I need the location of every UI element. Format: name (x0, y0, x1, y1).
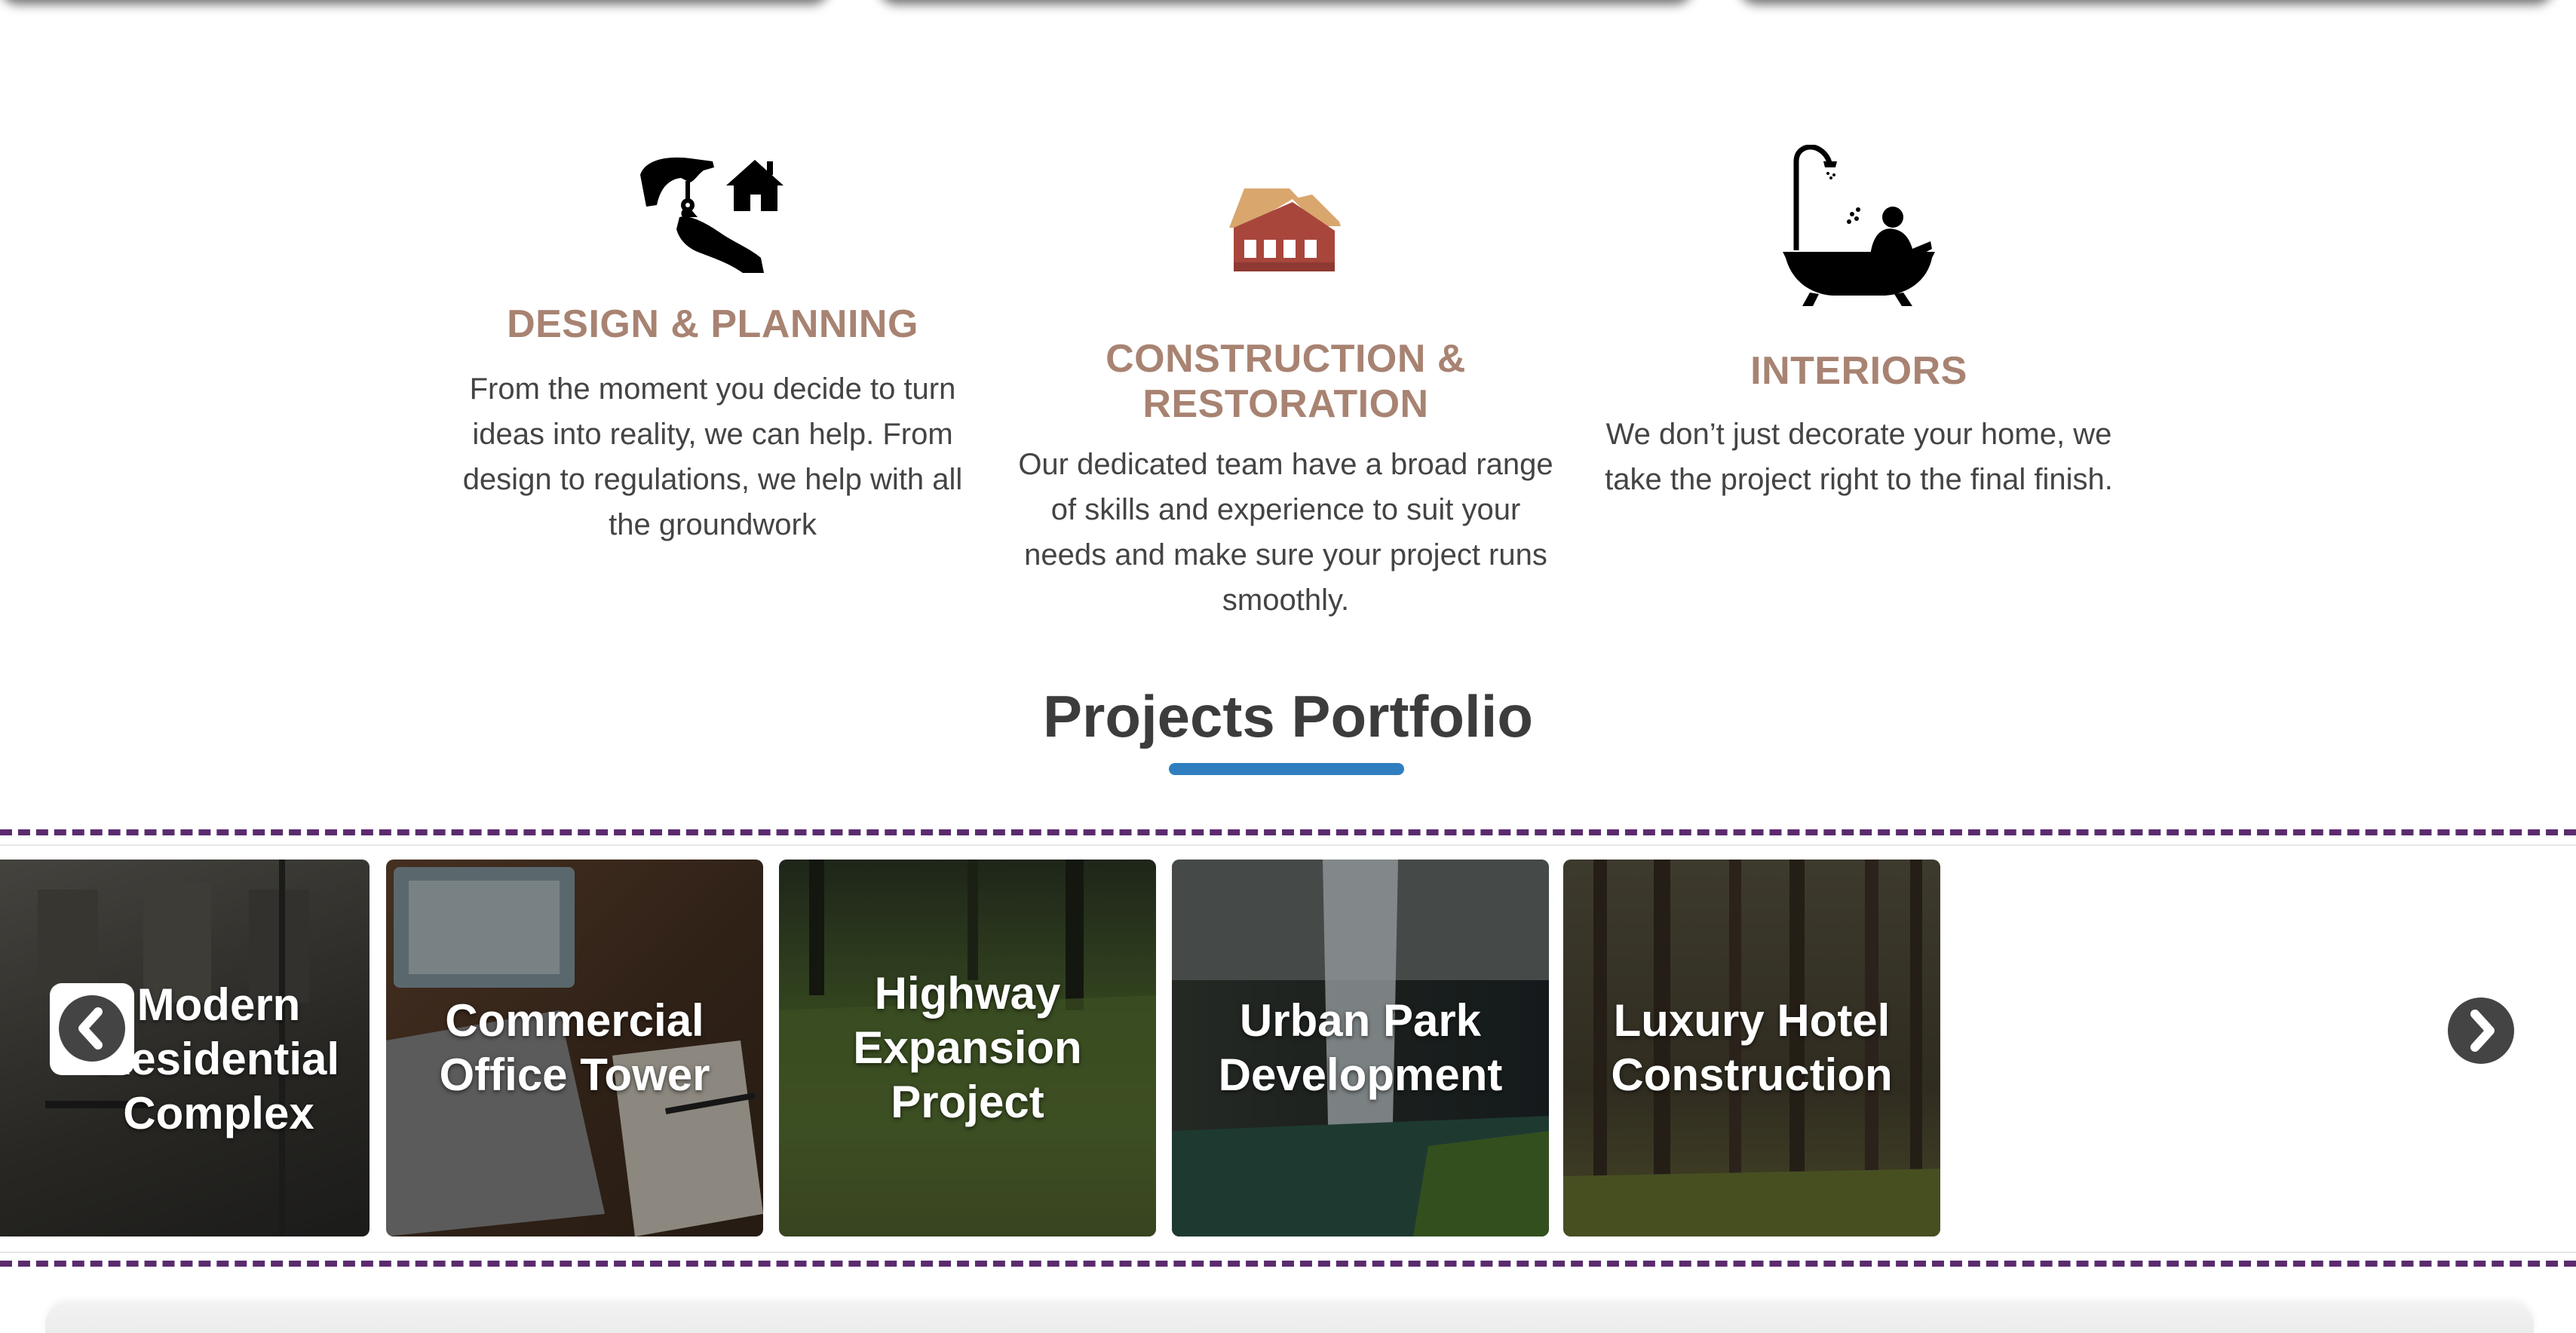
title-underline (1169, 763, 1404, 775)
carousel-top-divider (0, 844, 2576, 846)
next-section-edge (45, 1303, 2534, 1333)
chevron-right-icon (2470, 1010, 2495, 1052)
project-label: Luxury Hotel Construction (1611, 995, 1893, 1100)
bathtub-icon (1780, 144, 1938, 311)
service-description: We don’t just decorate your home, we tak… (1605, 418, 2113, 496)
project-label: Commercial Office Tower (439, 995, 710, 1100)
carousel-prev-button[interactable] (50, 983, 134, 1075)
portfolio-title: Projects Portfolio (1042, 683, 1534, 749)
service-title: INTERIORS (1750, 349, 1967, 393)
project-label: Urban Park Development (1218, 995, 1503, 1100)
service-title: CONSTRUCTION & RESTORATION (1106, 337, 1466, 426)
project-card[interactable]: Urban Park Development (1172, 860, 1549, 1236)
service-construction-restoration: CONSTRUCTION & RESTORATION Our dedicated… (1003, 166, 1569, 633)
service-description: From the moment you decide to turn ideas… (462, 372, 963, 541)
project-card[interactable]: Highway Expansion Project (779, 860, 1156, 1236)
carousel-top-border (0, 829, 2576, 835)
project-card[interactable]: Commercial Office Tower (386, 860, 763, 1236)
service-title: DESIGN & PLANNING (507, 302, 918, 346)
service-interiors: INTERIORS We don’t just decorate your ho… (1591, 136, 2127, 528)
service-design-planning: DESIGN & PLANNING From the moment you de… (445, 136, 980, 558)
key-handover-house-icon (637, 145, 788, 273)
portfolio-carousel[interactable]: Modern Residential Complex Commercial Of… (0, 860, 2576, 1236)
project-card[interactable]: Luxury Hotel Construction (1563, 860, 1940, 1236)
carousel-next-button[interactable] (2448, 997, 2514, 1064)
carousel-bottom-divider (0, 1252, 2576, 1253)
house-icon (1229, 184, 1342, 273)
service-description: Our dedicated team have a broad range of… (1018, 448, 1553, 617)
carousel-bottom-border (0, 1261, 2576, 1267)
chevron-left-icon (59, 995, 125, 1062)
project-label: Highway Expansion Project (853, 968, 1082, 1127)
